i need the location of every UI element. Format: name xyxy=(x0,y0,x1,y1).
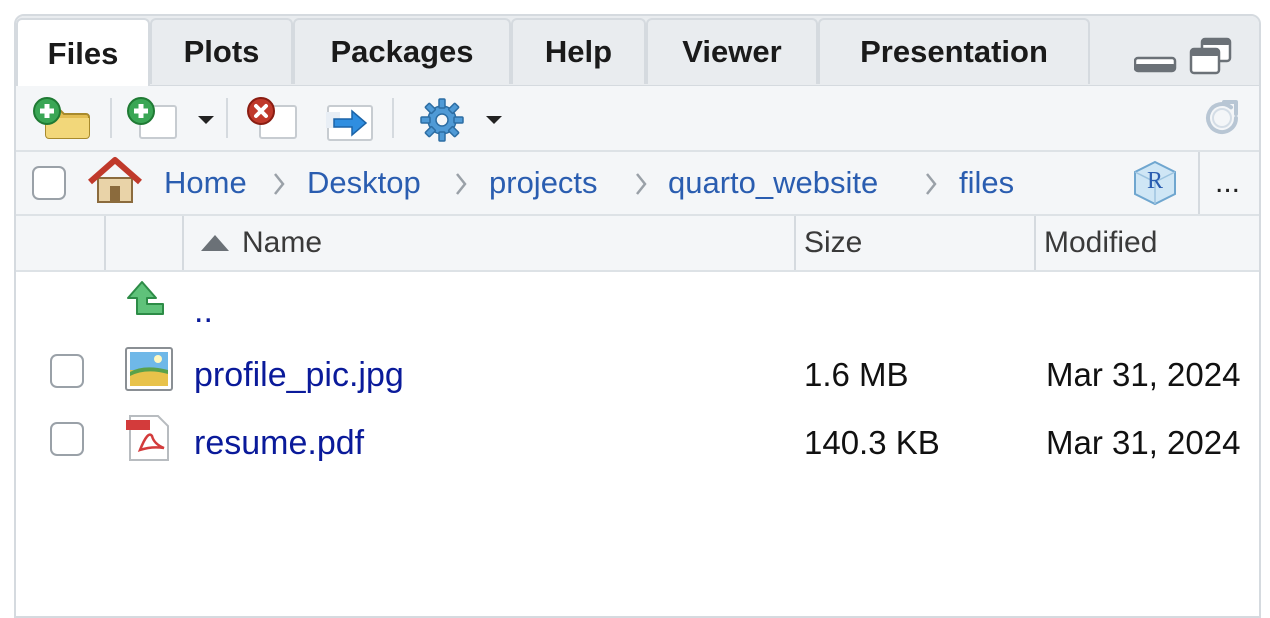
refresh-icon[interactable] xyxy=(1198,94,1246,147)
files-pane: Files Plots Packages Help Viewer Present… xyxy=(14,14,1261,618)
image-file-icon xyxy=(124,346,174,397)
breadcrumb-files[interactable]: files xyxy=(959,166,1014,200)
table-row[interactable]: profile_pic.jpg 1.6 MB Mar 31, 2024 xyxy=(16,342,1259,406)
chevron-right-icon xyxy=(924,171,938,202)
tab-presentation[interactable]: Presentation xyxy=(818,18,1090,84)
tab-help[interactable]: Help xyxy=(511,18,646,84)
new-file-dropdown-icon[interactable] xyxy=(198,116,214,124)
tab-viewer[interactable]: Viewer xyxy=(646,18,818,84)
column-header-name[interactable]: Name xyxy=(242,226,322,260)
chevron-right-icon xyxy=(634,171,648,202)
breadcrumb-projects[interactable]: projects xyxy=(489,166,598,200)
file-size: 140.3 KB xyxy=(804,424,940,461)
file-name-link[interactable]: resume.pdf xyxy=(194,424,364,462)
r-badge-label: R xyxy=(1147,168,1164,194)
new-folder-icon[interactable] xyxy=(32,96,92,145)
parent-directory-link[interactable]: .. xyxy=(194,292,213,330)
file-name-link[interactable]: profile_pic.jpg xyxy=(194,356,404,394)
breadcrumb-home[interactable]: Home xyxy=(164,166,247,200)
parent-directory-row[interactable]: .. xyxy=(16,272,1259,336)
row-checkbox[interactable] xyxy=(50,422,84,456)
file-modified: Mar 31, 2024 xyxy=(1046,356,1241,393)
maximize-pane-icon[interactable] xyxy=(1188,36,1234,81)
files-toolbar xyxy=(16,86,1259,152)
breadcrumb-quarto-website[interactable]: quarto_website xyxy=(668,166,878,200)
file-size: 1.6 MB xyxy=(804,356,909,393)
file-list-header: Name Size Modified xyxy=(16,216,1259,272)
more-options-button[interactable]: ... xyxy=(1215,166,1240,200)
sort-ascending-icon[interactable] xyxy=(200,234,230,257)
row-checkbox[interactable] xyxy=(50,354,84,388)
r-project-icon[interactable]: R xyxy=(1132,160,1178,211)
breadcrumb-desktop[interactable]: Desktop xyxy=(307,166,421,200)
home-icon[interactable] xyxy=(88,156,142,209)
new-blank-file-icon[interactable] xyxy=(126,96,180,145)
tab-files[interactable]: Files xyxy=(16,18,150,87)
breadcrumb: Home Desktop projects quarto_website fil… xyxy=(16,152,1259,216)
tab-packages[interactable]: Packages xyxy=(293,18,511,84)
column-header-size[interactable]: Size xyxy=(804,226,862,260)
up-arrow-icon xyxy=(124,278,170,329)
pdf-file-icon xyxy=(124,414,174,467)
gear-icon[interactable] xyxy=(418,96,466,149)
table-row[interactable]: resume.pdf 140.3 KB Mar 31, 2024 xyxy=(16,410,1259,474)
more-dropdown-icon[interactable] xyxy=(486,116,502,124)
select-all-checkbox[interactable] xyxy=(32,166,66,200)
file-modified: Mar 31, 2024 xyxy=(1046,424,1241,461)
chevron-right-icon xyxy=(454,171,468,202)
rename-file-icon[interactable] xyxy=(324,98,376,147)
tab-plots[interactable]: Plots xyxy=(150,18,293,84)
chevron-right-icon xyxy=(272,171,286,202)
column-header-modified[interactable]: Modified xyxy=(1044,226,1157,260)
delete-file-icon[interactable] xyxy=(246,96,300,145)
tab-bar: Files Plots Packages Help Viewer Present… xyxy=(16,16,1259,87)
minimize-pane-icon[interactable] xyxy=(1133,54,1178,79)
